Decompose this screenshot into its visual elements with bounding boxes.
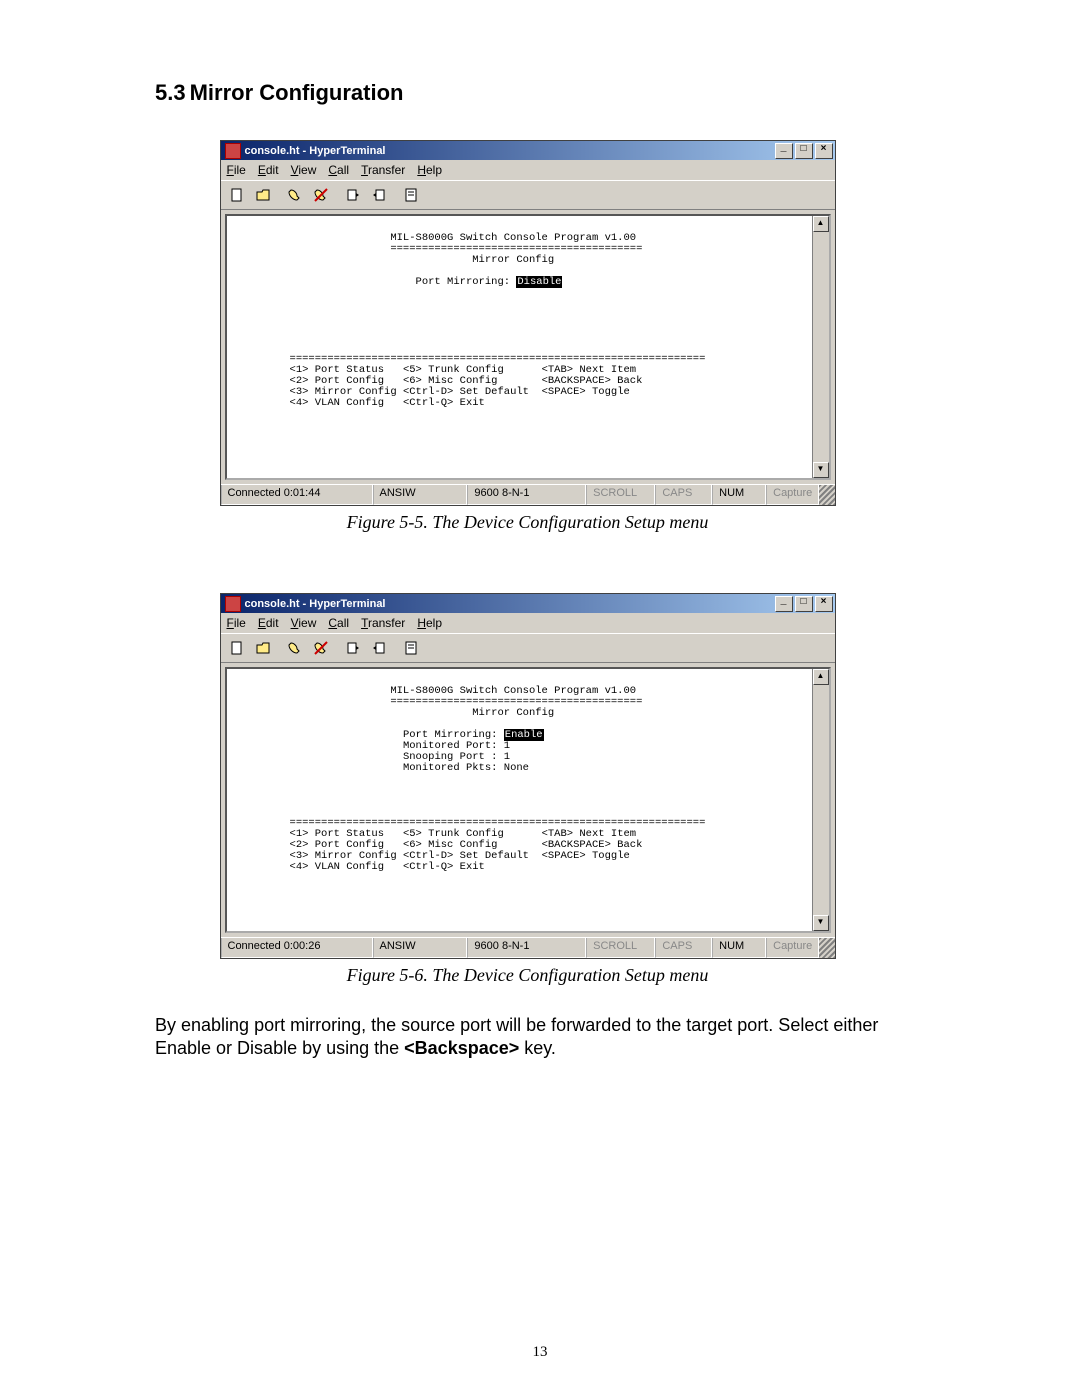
menu-edit[interactable]: Edit [258, 616, 279, 630]
status-caps: CAPS [655, 485, 712, 505]
key-label: <Backspace> [404, 1038, 519, 1058]
statusbar: Connected 0:01:44 ANSIW 9600 8-N-1 SCROL… [221, 484, 835, 505]
status-capture: Capture [766, 938, 819, 958]
properties-icon[interactable] [399, 636, 423, 660]
new-icon[interactable] [225, 183, 249, 207]
close-button[interactable]: × [815, 596, 833, 612]
send-icon[interactable] [341, 636, 365, 660]
menu-call[interactable]: Call [328, 616, 349, 630]
menubar: File Edit View Call Transfer Help [221, 160, 835, 180]
receive-icon[interactable] [367, 183, 391, 207]
hyperterminal-window-1: console.ht - HyperTerminal _ □ × File Ed… [220, 140, 836, 506]
maximize-button[interactable]: □ [795, 143, 813, 159]
open-icon[interactable] [251, 183, 275, 207]
menu-file[interactable]: File [227, 163, 246, 177]
body-text-2: key. [519, 1038, 556, 1058]
close-button[interactable]: × [815, 143, 833, 159]
call-icon[interactable] [283, 183, 307, 207]
toolbar [221, 633, 835, 663]
terminal-wrap: MIL-S8000G Switch Console Program v1.00 … [221, 210, 835, 484]
maximize-button[interactable]: □ [795, 596, 813, 612]
menu-transfer[interactable]: Transfer [361, 163, 405, 177]
menu-file[interactable]: File [227, 616, 246, 630]
resize-grip[interactable] [819, 485, 834, 505]
section-number: 5.3 [155, 80, 186, 105]
status-caps: CAPS [655, 938, 712, 958]
status-emulation: ANSIW [373, 938, 468, 958]
terminal-area[interactable]: MIL-S8000G Switch Console Program v1.00 … [225, 667, 831, 933]
menu-view[interactable]: View [291, 163, 317, 177]
resize-grip[interactable] [819, 938, 834, 958]
section-heading: 5.3Mirror Configuration [155, 80, 900, 106]
menubar: File Edit View Call Transfer Help [221, 613, 835, 633]
menu-call[interactable]: Call [328, 163, 349, 177]
app-icon [225, 143, 241, 159]
open-icon[interactable] [251, 636, 275, 660]
scroll-down-icon[interactable]: ▼ [813, 462, 829, 478]
vertical-scrollbar[interactable]: ▲ ▼ [812, 669, 829, 931]
status-scroll: SCROLL [586, 485, 655, 505]
status-connected: Connected 0:01:44 [221, 485, 373, 505]
console-output: MIL-S8000G Switch Console Program v1.00 … [227, 227, 812, 468]
window-controls: _ □ × [775, 143, 833, 159]
new-icon[interactable] [225, 636, 249, 660]
menu-view[interactable]: View [291, 616, 317, 630]
figure-caption-2: Figure 5-6. The Device Configuration Set… [155, 965, 900, 986]
section-title: Mirror Configuration [190, 80, 404, 105]
status-num: NUM [712, 938, 766, 958]
status-num: NUM [712, 485, 766, 505]
figure-caption-1: Figure 5-5. The Device Configuration Set… [155, 512, 900, 533]
status-port: 9600 8-N-1 [467, 485, 586, 505]
disconnect-icon[interactable] [309, 636, 333, 660]
status-capture: Capture [766, 485, 819, 505]
window-title: console.ht - HyperTerminal [245, 598, 386, 610]
titlebar: console.ht - HyperTerminal _ □ × [221, 141, 835, 160]
scroll-up-icon[interactable]: ▲ [813, 669, 829, 685]
status-port: 9600 8-N-1 [467, 938, 586, 958]
call-icon[interactable] [283, 636, 307, 660]
menu-help[interactable]: Help [417, 163, 442, 177]
vertical-scrollbar[interactable]: ▲ ▼ [812, 216, 829, 478]
app-icon [225, 596, 241, 612]
toolbar [221, 180, 835, 210]
minimize-button[interactable]: _ [775, 596, 793, 612]
titlebar: console.ht - HyperTerminal _ □ × [221, 594, 835, 613]
menu-transfer[interactable]: Transfer [361, 616, 405, 630]
menu-edit[interactable]: Edit [258, 163, 279, 177]
scroll-up-icon[interactable]: ▲ [813, 216, 829, 232]
document-page: 5.3Mirror Configuration console.ht - Hyp… [0, 0, 1080, 1397]
status-connected: Connected 0:00:26 [221, 938, 373, 958]
receive-icon[interactable] [367, 636, 391, 660]
scroll-down-icon[interactable]: ▼ [813, 915, 829, 931]
window-controls: _ □ × [775, 596, 833, 612]
hyperterminal-window-2: console.ht - HyperTerminal _ □ × File Ed… [220, 593, 836, 959]
properties-icon[interactable] [399, 183, 423, 207]
mirroring-value[interactable]: Disable [516, 276, 562, 288]
minimize-button[interactable]: _ [775, 143, 793, 159]
window-title: console.ht - HyperTerminal [245, 145, 386, 157]
terminal-area[interactable]: MIL-S8000G Switch Console Program v1.00 … [225, 214, 831, 480]
page-number: 13 [0, 1344, 1080, 1361]
terminal-wrap: MIL-S8000G Switch Console Program v1.00 … [221, 663, 835, 937]
menu-help[interactable]: Help [417, 616, 442, 630]
statusbar: Connected 0:00:26 ANSIW 9600 8-N-1 SCROL… [221, 937, 835, 958]
status-emulation: ANSIW [373, 485, 468, 505]
console-output: MIL-S8000G Switch Console Program v1.00 … [227, 680, 812, 921]
body-paragraph: By enabling port mirroring, the source p… [155, 1014, 900, 1061]
status-scroll: SCROLL [586, 938, 655, 958]
send-icon[interactable] [341, 183, 365, 207]
disconnect-icon[interactable] [309, 183, 333, 207]
